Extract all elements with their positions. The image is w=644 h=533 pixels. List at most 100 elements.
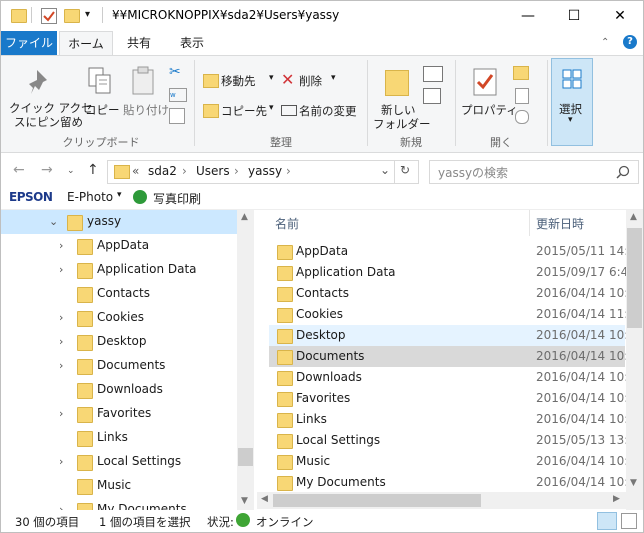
chevron-right-icon[interactable]: › — [59, 311, 63, 324]
dropdown-arrow-icon[interactable]: ▾ — [117, 190, 122, 200]
chevron-right-icon[interactable]: › — [59, 263, 63, 276]
chevron-right-icon[interactable]: › — [59, 335, 63, 348]
tree-item[interactable]: Downloads — [1, 378, 237, 402]
copy-path-icon[interactable]: w — [169, 88, 187, 102]
recent-locations-icon[interactable]: ⌄ — [67, 166, 75, 176]
up-arrow-icon[interactable]: ↑ — [87, 162, 99, 178]
print-photo-button[interactable]: 写真印刷 — [153, 190, 201, 207]
tree-item[interactable]: › Favorites — [1, 402, 237, 426]
rename-button[interactable]: 名前の変更 — [279, 100, 363, 120]
file-hscroll-thumb[interactable] — [273, 494, 481, 507]
maximize-button[interactable]: ☐ — [551, 1, 597, 31]
collapse-ribbon-icon[interactable]: ⌃ — [601, 37, 609, 48]
minimize-button[interactable]: — — [505, 1, 551, 31]
properties-button[interactable]: プロパティ — [459, 58, 518, 130]
file-row[interactable]: Application Data 2015/09/17 6:41 — [269, 262, 636, 283]
tree-item[interactable]: › AppData — [1, 234, 237, 258]
paste-label: 貼り付け — [123, 103, 169, 117]
tab-share[interactable]: 共有 — [115, 31, 163, 55]
file-row[interactable]: Music 2016/04/14 10:54 — [269, 451, 643, 472]
move-to-button[interactable]: 移動先 ▾ — [201, 70, 277, 90]
tree-item[interactable]: Links — [1, 426, 237, 450]
new-item-icon[interactable] — [423, 66, 443, 82]
open-icon[interactable] — [513, 66, 529, 80]
copy-button[interactable]: コピー — [81, 58, 121, 130]
breadcrumb-yassy[interactable]: yassy — [248, 164, 282, 178]
tree-item[interactable]: › Documents — [1, 354, 237, 378]
column-header-date[interactable]: 更新日時 — [536, 215, 584, 232]
customize-qat-icon[interactable]: ▾ — [85, 9, 90, 20]
close-button[interactable]: ✕ — [597, 1, 643, 31]
chevron-right-icon[interactable]: › — [59, 407, 63, 420]
chevron-right-icon[interactable]: › — [59, 455, 63, 468]
nav-scrollbar[interactable]: ▲ ▼ — [237, 210, 254, 510]
tree-item[interactable]: › Application Data — [1, 258, 237, 282]
large-icons-view-icon[interactable] — [621, 513, 637, 529]
chevron-right-icon[interactable]: › — [59, 503, 63, 510]
file-row[interactable]: AppData 2015/05/11 14:06 — [269, 241, 643, 262]
tab-file[interactable]: ファイル — [1, 31, 57, 55]
tab-view[interactable]: 表示 — [167, 31, 217, 55]
pin-icon — [29, 70, 47, 94]
tree-item[interactable]: › Local Settings — [1, 450, 237, 474]
file-row[interactable]: Links 2016/04/14 10:57 — [269, 409, 643, 430]
scroll-up-icon[interactable]: ▲ — [630, 212, 637, 222]
column-divider[interactable] — [529, 210, 530, 236]
nav-scroll-thumb[interactable] — [238, 448, 253, 466]
ephoto-menu[interactable]: E-Photo — [67, 190, 113, 204]
folder-icon — [277, 329, 293, 344]
file-row[interactable]: Desktop 2016/04/14 10:54 — [269, 325, 643, 346]
file-row[interactable]: Downloads 2016/04/14 10:54 — [269, 367, 643, 388]
scroll-down-icon[interactable]: ▼ — [630, 478, 637, 488]
new-folder-qat-icon[interactable] — [64, 9, 80, 23]
tree-item[interactable]: › My Documents — [1, 498, 237, 510]
delete-button[interactable]: ✕ 削除 ▾ — [279, 70, 343, 90]
folder-icon — [277, 287, 293, 302]
scroll-up-icon[interactable]: ▲ — [241, 212, 248, 222]
file-row[interactable]: Contacts 2016/04/14 10:54 — [269, 283, 643, 304]
file-row[interactable]: Favorites 2016/04/14 10:54 — [269, 388, 643, 409]
file-row[interactable]: Cookies 2016/04/14 11:10 — [269, 304, 643, 325]
paste-shortcut-icon[interactable] — [169, 108, 185, 124]
file-scroll-thumb[interactable] — [627, 228, 642, 328]
pin-quick-access-button[interactable]: クイック アクセ スにピン留め — [9, 58, 93, 130]
back-arrow-icon[interactable]: ← — [13, 162, 25, 178]
scroll-left-icon[interactable]: ◀ — [261, 494, 268, 504]
file-row[interactable]: Local Settings 2015/05/13 13:06 — [269, 430, 643, 451]
search-input[interactable]: yassyの検索 — [429, 160, 639, 184]
tree-item[interactable]: ⌄ yassy — [1, 210, 237, 234]
file-row[interactable]: Documents 2016/04/14 10:54 — [269, 346, 643, 367]
address-bar[interactable]: « sda2 › Users › yassy › ⌄ ↻ — [107, 160, 419, 184]
select-button[interactable]: 選択 ▾ — [551, 58, 593, 146]
tree-item[interactable]: › Desktop — [1, 330, 237, 354]
breadcrumb-users[interactable]: Users — [196, 164, 230, 178]
properties-qat-icon[interactable] — [41, 8, 57, 24]
easy-access-icon[interactable] — [423, 88, 441, 104]
new-folder-button[interactable]: 新しい フォルダー — [371, 58, 431, 131]
chevron-right-icon[interactable]: › — [59, 239, 63, 252]
column-header-name[interactable]: 名前 — [275, 215, 299, 232]
address-dropdown-icon[interactable]: ⌄ — [380, 163, 390, 177]
paste-button[interactable]: 貼り付け — [121, 58, 169, 130]
copy-to-button[interactable]: コピー先 ▾ — [201, 100, 277, 120]
file-vertical-scrollbar[interactable]: ▲ ▼ — [626, 210, 643, 510]
chevron-down-icon[interactable]: ⌄ — [49, 215, 58, 228]
edit-icon[interactable] — [515, 88, 529, 104]
details-view-icon[interactable] — [597, 512, 617, 530]
breadcrumb-overflow[interactable]: « — [132, 164, 139, 178]
forward-arrow-icon[interactable]: → — [41, 162, 53, 178]
file-horizontal-scrollbar[interactable]: ◀ ▶ — [257, 492, 626, 509]
cut-icon[interactable]: ✂ — [169, 64, 185, 80]
history-icon[interactable] — [515, 110, 529, 124]
tree-item[interactable]: › Cookies — [1, 306, 237, 330]
chevron-right-icon[interactable]: › — [59, 359, 63, 372]
file-row[interactable]: My Documents 2016/04/14 10:54 — [269, 472, 643, 493]
scroll-down-icon[interactable]: ▼ — [241, 496, 248, 506]
breadcrumb-sda2[interactable]: sda2 — [148, 164, 177, 178]
scroll-right-icon[interactable]: ▶ — [613, 494, 620, 504]
refresh-icon[interactable]: ↻ — [400, 163, 410, 177]
tree-item[interactable]: Contacts — [1, 282, 237, 306]
tree-item[interactable]: Music — [1, 474, 237, 498]
tab-home[interactable]: ホーム — [59, 31, 113, 56]
help-icon[interactable]: ? — [623, 35, 637, 49]
